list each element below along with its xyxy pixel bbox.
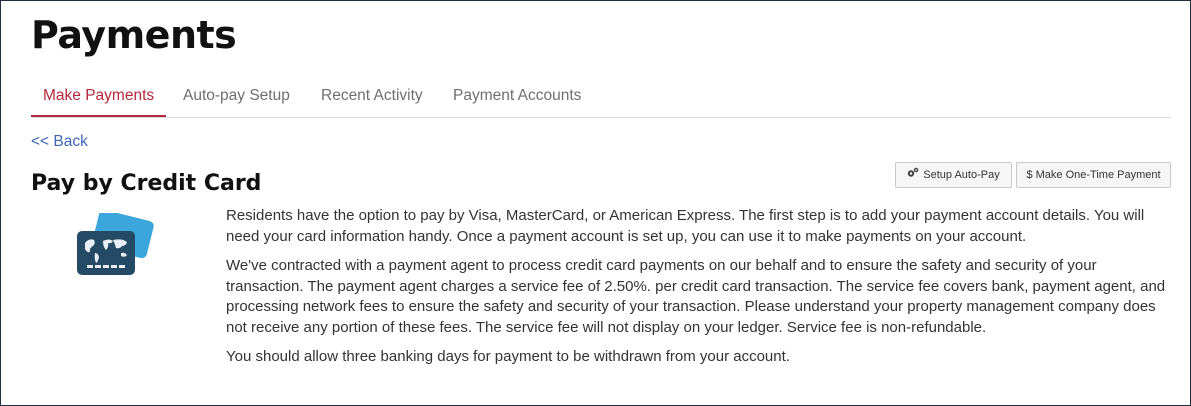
tab-recent-activity[interactable]: Recent Activity [321,77,423,117]
tab-make-payments[interactable]: Make Payments [31,77,167,117]
description-paragraph: Residents have the option to pay by Visa… [226,207,1145,245]
payments-panel: Payments Make Payments Auto-pay Setup Re… [0,0,1191,406]
back-link[interactable]: << Back [31,133,88,151]
tab-bar: Make Payments Auto-pay Setup Recent Acti… [31,77,1171,118]
setup-auto-pay-button[interactable]: Setup Auto-Pay [895,162,1012,188]
make-one-time-payment-button[interactable]: $ Make One-Time Payment [1016,162,1171,188]
page-title: Payments [31,13,237,57]
description: Residents have the option to pay by Visa… [226,206,1176,377]
description-paragraph: You should allow three banking days for … [226,348,790,365]
setup-auto-pay-label: Setup Auto-Pay [923,169,1000,181]
description-paragraph: We've contracted with a payment agent to… [226,257,1166,336]
section-title: Pay by Credit Card [31,171,262,196]
tab-auto-pay-setup[interactable]: Auto-pay Setup [183,77,290,117]
make-one-time-payment-label: $ Make One-Time Payment [1026,169,1161,181]
credit-card-world-map-icon [73,209,155,277]
tab-payment-accounts[interactable]: Payment Accounts [453,77,581,117]
gears-icon [907,163,919,187]
